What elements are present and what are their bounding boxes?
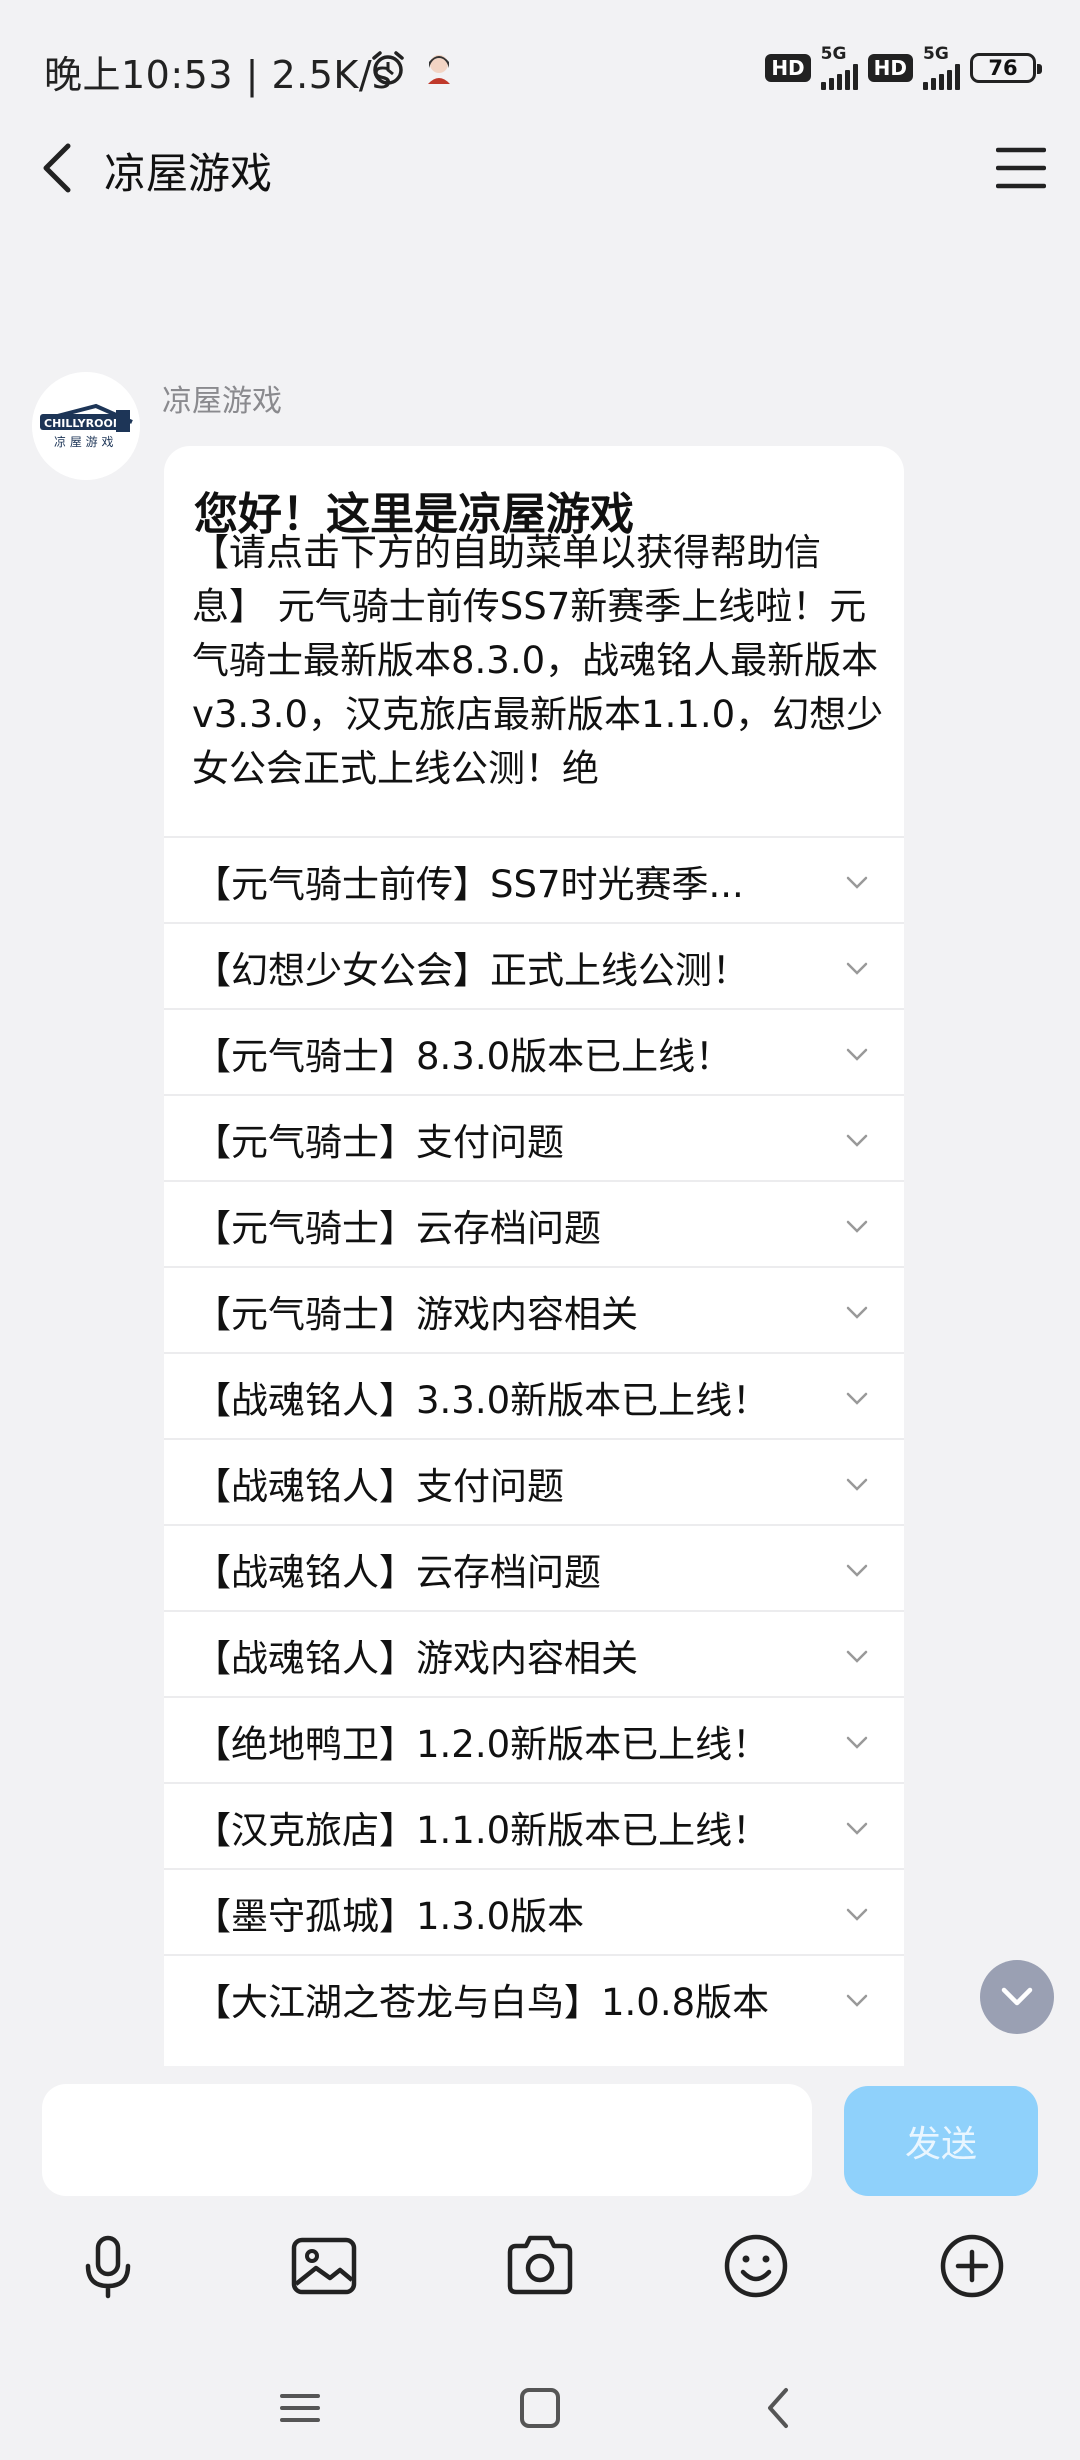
- chevron-down-icon: [846, 1822, 868, 1835]
- menu-item[interactable]: 【元气骑士】云存档问题: [164, 1180, 904, 1266]
- menu-item[interactable]: 【元气骑士前传】SS7时光赛季...: [164, 836, 904, 922]
- menu-item-label: 【元气骑士】游戏内容相关: [194, 1293, 638, 1336]
- menu-item[interactable]: 【元气骑士】支付问题: [164, 1094, 904, 1180]
- chevron-down-icon: [846, 1392, 868, 1405]
- chevron-down-icon: [1001, 1987, 1033, 2006]
- menu-item-label: 【大江湖之苍龙与白鸟】1.0.8版本: [194, 1981, 770, 2024]
- emoji-icon[interactable]: [716, 2226, 796, 2306]
- menu-item-label: 【元气骑士】云存档问题: [194, 1207, 601, 1250]
- chevron-down-icon: [846, 1134, 868, 1147]
- menu-item[interactable]: 【墨守孤城】1.3.0版本: [164, 1868, 904, 1954]
- scroll-to-bottom-button[interactable]: [980, 1960, 1054, 2034]
- message-body: 【请点击下方的自助菜单以获得帮助信息】 元气骑士前传SS7新赛季上线啦！元气骑士…: [192, 531, 884, 790]
- svg-text:凉 屋 游 戏: 凉 屋 游 戏: [54, 434, 113, 449]
- menu-item-label: 【战魂铭人】支付问题: [194, 1465, 564, 1508]
- hd-badge: HD: [765, 54, 811, 82]
- menu-item-label: 【汉克旅店】1.1.0新版本已上线！: [194, 1809, 770, 1852]
- signal-icon: 5G: [923, 46, 960, 90]
- menu-item-label: 【幻想少女公会】正式上线公测！: [194, 949, 749, 992]
- avatar[interactable]: CHILLYROOM 凉 屋 游 戏: [32, 372, 140, 480]
- menu-item[interactable]: 【汉克旅店】1.1.0新版本已上线！: [164, 1782, 904, 1868]
- menu-item[interactable]: 【幻想少女公会】正式上线公测！: [164, 922, 904, 1008]
- image-icon[interactable]: [284, 2226, 364, 2306]
- composer: 发送: [0, 2066, 1080, 2460]
- home-icon[interactable]: [510, 2378, 570, 2438]
- status-time-speed: 晚上10:53 | 2.5K/s: [44, 53, 393, 97]
- notification-avatar-icon: [428, 55, 450, 84]
- plus-circle-icon[interactable]: [932, 2226, 1012, 2306]
- chevron-down-icon: [846, 1478, 868, 1491]
- microphone-icon[interactable]: [68, 2226, 148, 2306]
- menu-item-label: 【战魂铭人】云存档问题: [194, 1551, 601, 1594]
- page-title: 凉屋游戏: [104, 149, 273, 198]
- menu-item-label: 【元气骑士】8.3.0版本已上线！: [194, 1035, 733, 1078]
- menu-item[interactable]: 【战魂铭人】游戏内容相关: [164, 1610, 904, 1696]
- signal-icon: 5G: [820, 46, 858, 90]
- status-bar: 晚上10:53 | 2.5K/s HD 5G HD 5G 76: [0, 0, 1080, 130]
- hamburger-menu-icon[interactable]: [996, 146, 1046, 190]
- menu-item-label: 【绝地鸭卫】1.2.0新版本已上线！: [194, 1723, 770, 1766]
- svg-text:CHILLYROOM: CHILLYROOM: [44, 417, 124, 430]
- chevron-down-icon: [846, 1048, 868, 1061]
- system-nav-bar: [0, 2368, 1080, 2460]
- send-button[interactable]: 发送: [844, 2086, 1038, 2196]
- menu-item[interactable]: 【元气骑士】游戏内容相关: [164, 1266, 904, 1352]
- back-icon[interactable]: [750, 2378, 810, 2438]
- menu-item[interactable]: 【大江湖之苍龙与白鸟】1.0.8版本: [164, 1954, 904, 2040]
- alarm-icon: [372, 51, 404, 85]
- menu-item-label: 【元气骑士前传】SS7时光赛季...: [194, 863, 744, 906]
- chillyroom-logo: CHILLYROOM 凉 屋 游 戏: [32, 372, 140, 480]
- menu-item[interactable]: 【战魂铭人】3.3.0新版本已上线！: [164, 1352, 904, 1438]
- chevron-down-icon: [846, 1650, 868, 1663]
- chevron-down-icon: [846, 1306, 868, 1319]
- message-bubble: 您好！这里是凉屋游戏 【请点击下方的自助菜单以获得帮助信息】 元气骑士前传SS7…: [164, 446, 904, 2066]
- chevron-down-icon: [846, 962, 868, 975]
- menu-item-label: 【墨守孤城】1.3.0版本: [194, 1895, 585, 1938]
- message-input[interactable]: [42, 2084, 812, 2196]
- chevron-down-icon: [846, 1564, 868, 1577]
- sender-name: 凉屋游戏: [162, 384, 282, 419]
- status-icons: HD 5G HD 5G 76: [765, 46, 1042, 90]
- input-toolbar: [0, 2226, 1080, 2336]
- menu-item[interactable]: 【元气骑士】8.3.0版本已上线！: [164, 1008, 904, 1094]
- menu-item[interactable]: 【绝地鸭卫】1.2.0新版本已上线！: [164, 1696, 904, 1782]
- menu-item-label: 【战魂铭人】3.3.0新版本已上线！: [194, 1379, 770, 1422]
- chat-header: 凉屋游戏: [0, 120, 1080, 220]
- chevron-down-icon: [846, 876, 868, 889]
- recent-apps-icon[interactable]: [270, 2378, 330, 2438]
- hd-badge: HD: [867, 54, 913, 82]
- chevron-down-icon: [846, 1736, 868, 1749]
- battery-icon: 76: [970, 53, 1042, 83]
- camera-icon[interactable]: [500, 2226, 580, 2306]
- chevron-down-icon: [846, 1994, 868, 2007]
- menu-item-label: 【元气骑士】支付问题: [194, 1121, 564, 1164]
- menu-item-label: 【战魂铭人】游戏内容相关: [194, 1637, 638, 1680]
- chevron-left-icon[interactable]: [30, 138, 90, 198]
- menu-item[interactable]: 【战魂铭人】支付问题: [164, 1438, 904, 1524]
- chevron-down-icon: [846, 1908, 868, 1921]
- chevron-down-icon: [846, 1220, 868, 1233]
- self-service-menu: 【元气骑士前传】SS7时光赛季... 【幻想少女公会】正式上线公测！ 【元气骑士】8…: [164, 836, 904, 2040]
- menu-item[interactable]: 【战魂铭人】云存档问题: [164, 1524, 904, 1610]
